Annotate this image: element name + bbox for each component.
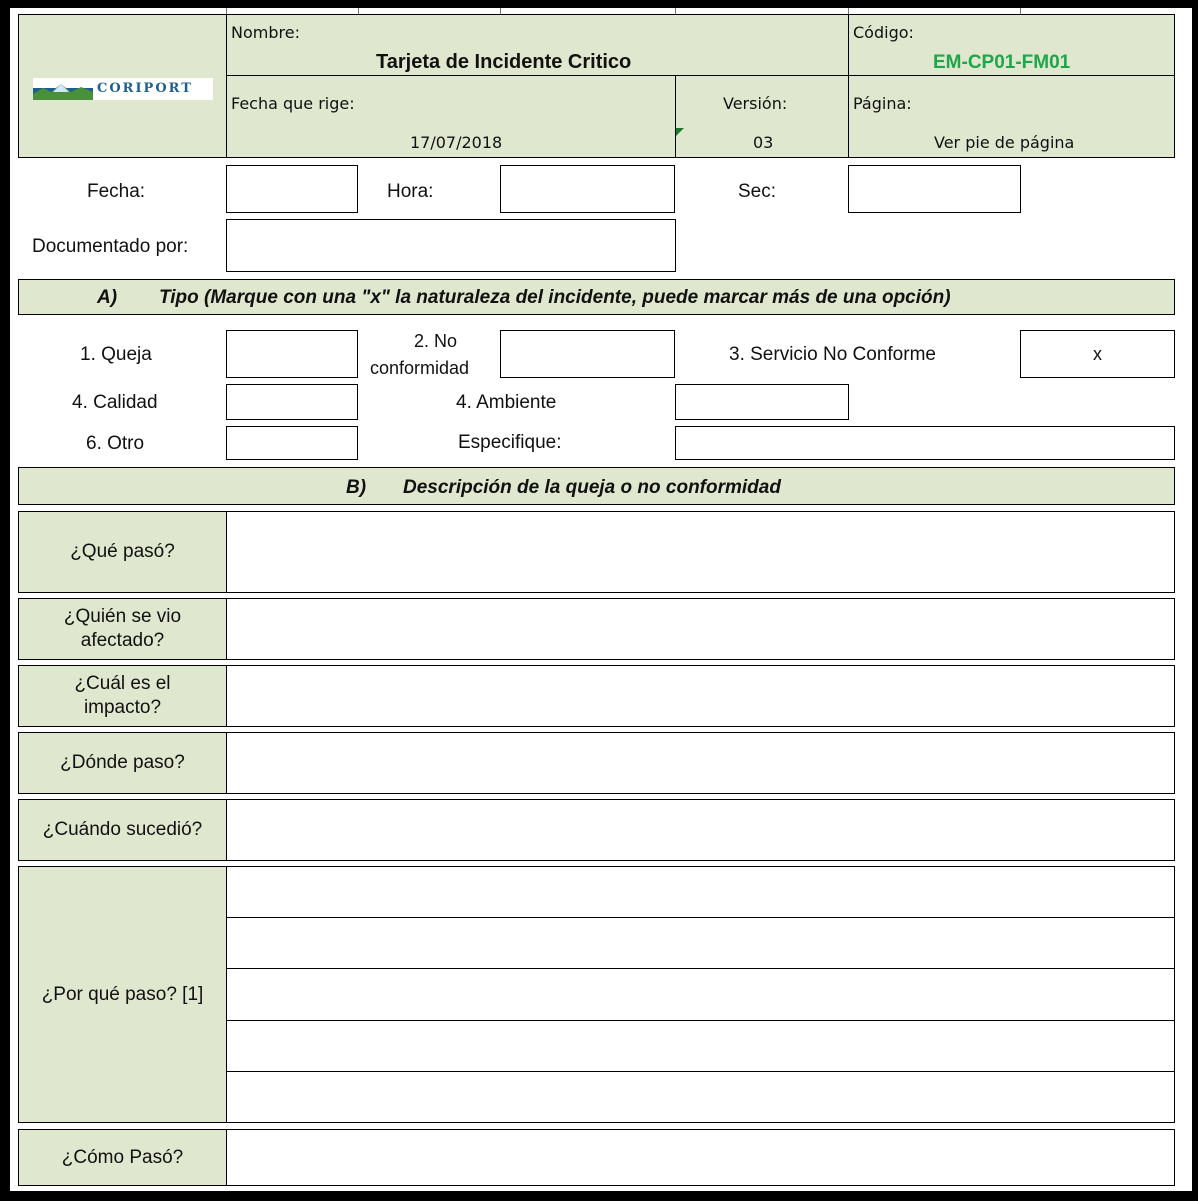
- especifique-label: Especifique:: [458, 432, 562, 453]
- section-a-header: A) Tipo (Marque con una "x" la naturalez…: [18, 279, 1175, 315]
- pagina-cell: Página: Ver pie de página: [848, 75, 1175, 158]
- donde-label-cell: ¿Dónde paso?: [18, 732, 227, 794]
- que-paso-field[interactable]: [226, 511, 1175, 593]
- como-field[interactable]: [226, 1129, 1175, 1186]
- page-title: Tarjeta de Incidente Critico: [376, 51, 632, 73]
- documentado-field[interactable]: [226, 219, 676, 272]
- codigo-label: Código:: [853, 23, 914, 42]
- version-value: 03: [753, 133, 774, 152]
- fecha-rige-cell: Fecha que rige: 17/07/2018: [226, 75, 676, 158]
- mountain-logo-icon: [33, 84, 93, 100]
- documentado-label: Documentado por:: [32, 236, 189, 257]
- impacto-label-line2: impacto?: [83, 697, 162, 718]
- cuando-field[interactable]: [226, 799, 1175, 861]
- nombre-label: Nombre:: [231, 23, 300, 42]
- donde-label: ¿Dónde paso?: [60, 752, 185, 773]
- coriport-logo: CORIPORT: [33, 78, 213, 100]
- como-label-cell: ¿Cómo Pasó?: [18, 1129, 227, 1186]
- por-que-label-cell: ¿Por qué paso? [1]: [18, 866, 227, 1123]
- servicio-no-conforme-label: 3. Servicio No Conforme: [729, 344, 936, 365]
- pagina-value: Ver pie de página: [934, 133, 1075, 152]
- hora-label: Hora:: [387, 181, 434, 202]
- nombre-cell: Nombre: Tarjeta de Incidente Critico: [226, 14, 849, 76]
- section-b-title: Descripción de la queja o no conformidad: [403, 477, 781, 498]
- section-b-header: B) Descripción de la queja o no conformi…: [18, 467, 1175, 505]
- logo-text: CORIPORT: [97, 81, 193, 96]
- no-conformidad-checkbox[interactable]: [500, 330, 675, 378]
- otro-label: 6. Otro: [86, 433, 145, 454]
- cuando-label-cell: ¿Cuándo sucedió?: [18, 799, 227, 861]
- por-que-field-5[interactable]: [226, 1071, 1175, 1123]
- especifique-field[interactable]: [675, 426, 1175, 460]
- ambiente-checkbox[interactable]: [675, 384, 849, 420]
- por-que-field-1[interactable]: [226, 866, 1175, 918]
- ambiente-label: 4. Ambiente: [456, 392, 557, 413]
- como-label: ¿Cómo Pasó?: [61, 1146, 184, 1168]
- pagina-label: Página:: [853, 94, 912, 113]
- impacto-field[interactable]: [226, 665, 1175, 727]
- quien-afectado-label-line1: ¿Quién se vio: [63, 606, 182, 627]
- section-a-letter: A): [97, 287, 118, 308]
- quien-afectado-field[interactable]: [226, 598, 1175, 660]
- cuando-label: ¿Cuándo sucedió?: [42, 819, 203, 840]
- servicio-no-conforme-checkbox[interactable]: x: [1020, 330, 1175, 378]
- fecha-rige-value: 17/07/2018: [410, 133, 503, 152]
- calidad-label: 4. Calidad: [72, 392, 158, 413]
- codigo-value: EM-CP01-FM01: [933, 52, 1071, 73]
- por-que-field-2[interactable]: [226, 917, 1175, 969]
- calidad-checkbox[interactable]: [226, 384, 358, 420]
- version-label: Versión:: [723, 94, 788, 113]
- otro-checkbox[interactable]: [226, 426, 358, 460]
- comment-indicator-icon: [676, 128, 684, 136]
- quien-afectado-label-line2: afectado?: [80, 630, 165, 651]
- codigo-cell: Código: EM-CP01-FM01: [848, 14, 1175, 76]
- que-paso-label-cell: ¿Qué pasó?: [18, 511, 227, 593]
- donde-field[interactable]: [226, 732, 1175, 794]
- queja-checkbox[interactable]: [226, 330, 358, 378]
- version-cell: Versión: 03: [675, 75, 849, 158]
- queja-label: 1. Queja: [80, 344, 152, 365]
- fecha-field[interactable]: [226, 165, 358, 213]
- impacto-label-line1: ¿Cuál es el: [74, 673, 171, 694]
- section-a-title: Tipo (Marque con una "x" la naturaleza d…: [159, 287, 951, 308]
- por-que-field-3[interactable]: [226, 968, 1175, 1021]
- fecha-rige-label: Fecha que rige:: [231, 94, 355, 113]
- que-paso-label: ¿Qué pasó?: [70, 541, 175, 562]
- por-que-field-4[interactable]: [226, 1020, 1175, 1072]
- impacto-label-cell: ¿Cuál es el impacto?: [18, 665, 227, 727]
- sec-field[interactable]: [848, 165, 1021, 213]
- por-que-label: ¿Por qué paso? [1]: [41, 983, 204, 1005]
- no-conformidad-label-line2: conformidad: [370, 358, 470, 378]
- no-conformidad-label-line1: 2. No: [414, 331, 458, 351]
- sec-label: Sec:: [738, 181, 777, 202]
- logo-cell: CORIPORT: [18, 14, 227, 158]
- hora-field[interactable]: [500, 165, 675, 213]
- fecha-label: Fecha:: [87, 181, 146, 202]
- section-b-letter: B): [346, 477, 367, 498]
- quien-afectado-label-cell: ¿Quién se vio afectado?: [18, 598, 227, 660]
